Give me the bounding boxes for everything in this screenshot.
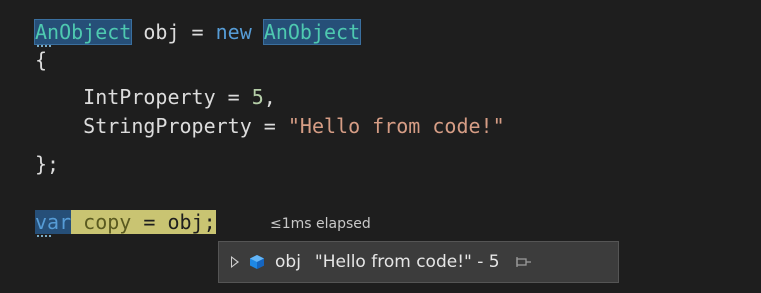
pin-icon[interactable]	[514, 255, 532, 269]
datatip[interactable]: obj "Hello from code!" - 5	[218, 241, 619, 283]
code-text: =	[215, 85, 252, 109]
code-editor[interactable]: AnObject obj = new AnObject { IntPropert…	[0, 0, 761, 293]
code-text: = obj;	[131, 210, 216, 234]
identifier-copy: copy	[83, 210, 132, 234]
perf-tip[interactable]: ≤1ms elapsed	[270, 216, 371, 232]
property-name: IntProperty	[83, 85, 216, 109]
number-literal: 5	[251, 85, 264, 109]
string-literal: "Hello from code!"	[287, 114, 505, 138]
datatip-variable-name: obj	[275, 252, 301, 272]
code-line-5: };	[35, 152, 60, 176]
keyword-new: new	[215, 20, 252, 44]
code-text: obj =	[131, 20, 216, 44]
code-line-4: StringProperty = "Hello from code!"	[35, 112, 505, 140]
code-text: =	[251, 114, 288, 138]
code-text: ,	[263, 85, 276, 109]
datatip-value[interactable]: "Hello from code!" - 5	[315, 252, 500, 272]
keyword-var[interactable]: var	[35, 210, 72, 234]
object-icon	[249, 254, 265, 270]
current-statement-line: var copy = obj;	[35, 208, 216, 236]
code-line-1: AnObject obj = new AnObject	[33, 18, 362, 46]
current-statement-highlight: copy = obj;	[71, 210, 216, 234]
type-reference[interactable]: AnObject	[33, 19, 133, 45]
type-reference[interactable]: AnObject	[262, 19, 362, 45]
code-line-3: IntProperty = 5,	[35, 83, 276, 111]
code-line-2: {	[35, 48, 48, 72]
expand-arrow-icon[interactable]	[231, 256, 239, 268]
property-name: StringProperty	[83, 114, 252, 138]
